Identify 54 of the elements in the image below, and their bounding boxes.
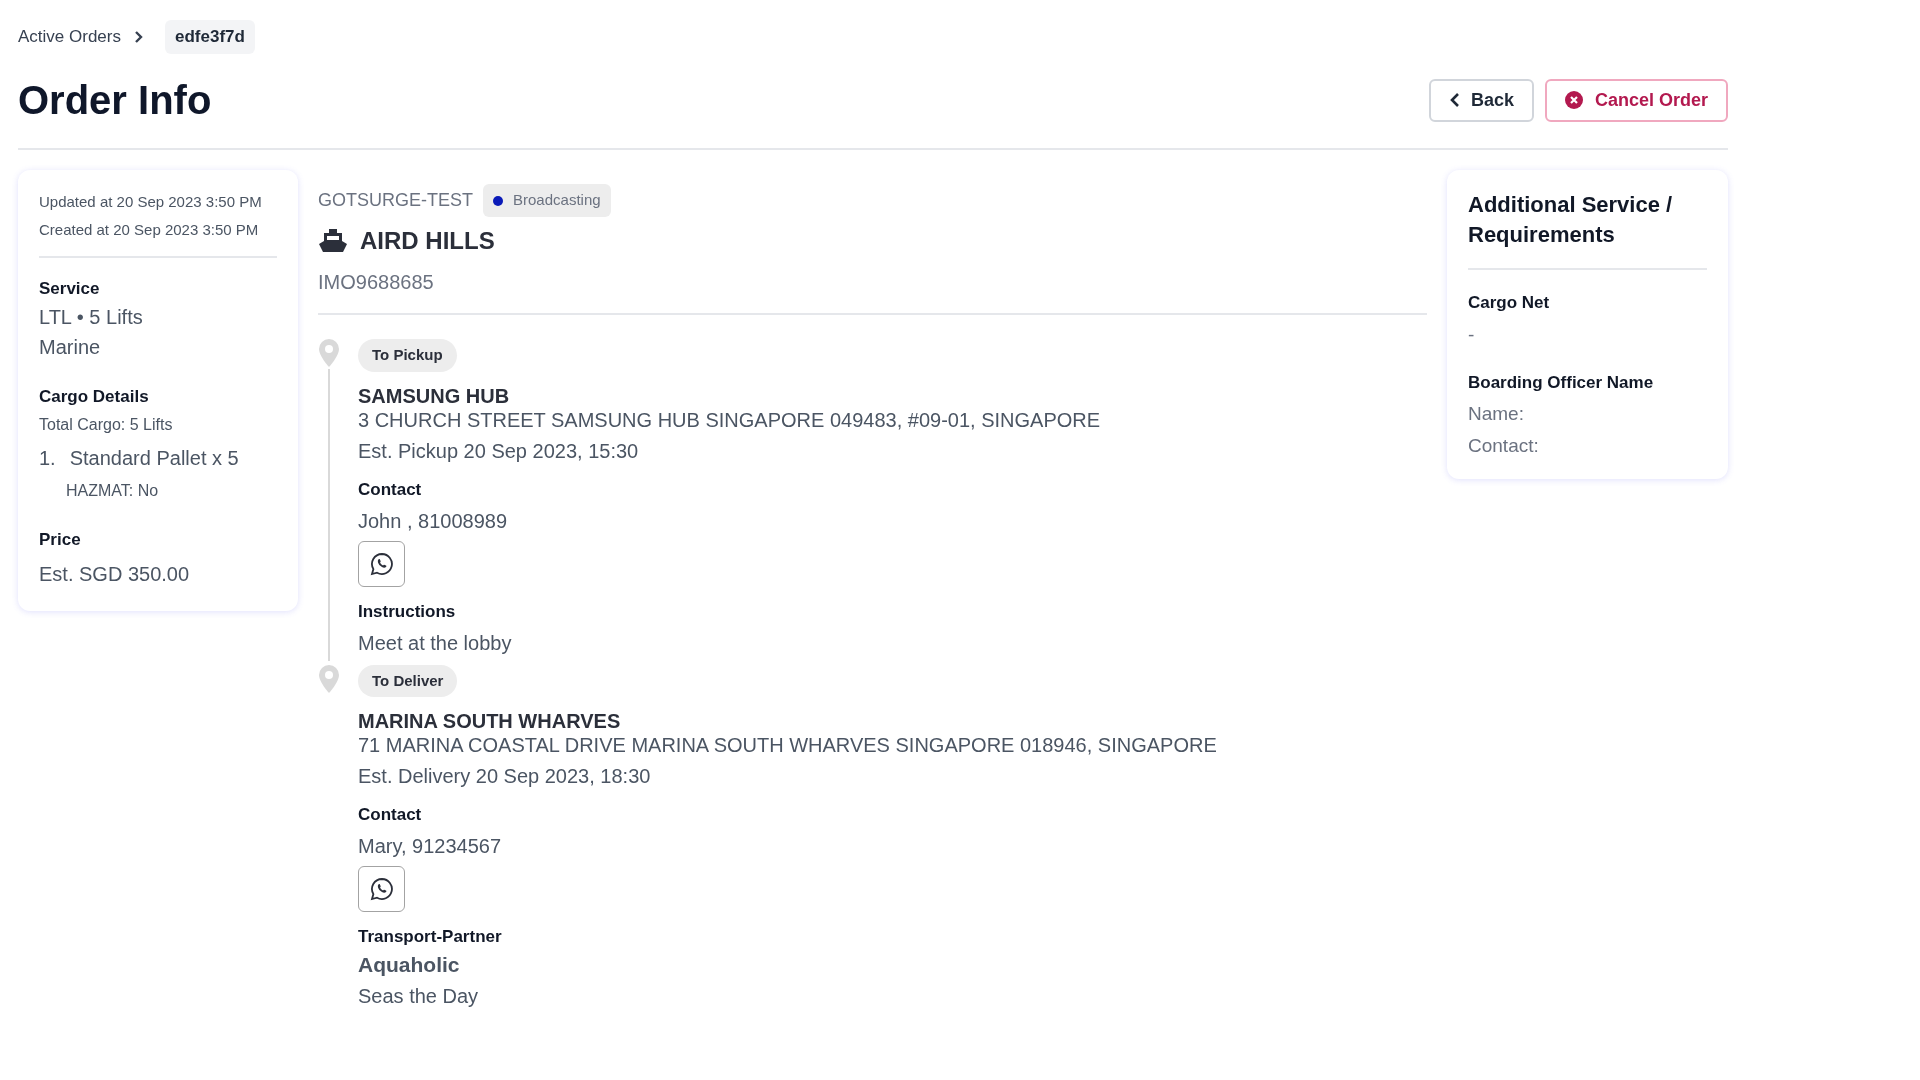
partner-subtitle: Seas the Day xyxy=(358,984,480,1008)
close-circle-icon xyxy=(1564,91,1583,109)
field-text: Contact: xyxy=(1468,434,1540,458)
whatsapp-button[interactable] xyxy=(358,866,405,912)
service-text: Marine xyxy=(39,334,102,360)
address-text: 3 CHURCH STREET SAMSUNG HUB SINGAPORE 049483, #09-01, SINGAPORE xyxy=(358,407,1102,432)
stop-tag: To Deliver xyxy=(358,664,458,697)
whatsapp-icon xyxy=(369,551,394,576)
contact-text: Mary, 91234567 xyxy=(358,834,503,858)
section-label: Service xyxy=(39,278,101,300)
section-label: Contact xyxy=(358,478,423,501)
hazmat-text: HAZMAT: No xyxy=(66,481,160,501)
stop-tag: To Pickup xyxy=(358,339,457,372)
back-button[interactable]: Back xyxy=(1428,78,1534,122)
whatsapp-icon xyxy=(369,877,394,901)
card-title: Additional Service / Requirements xyxy=(1468,191,1674,249)
updated-text: Updated at 20 Sep 2023 3:50 PM xyxy=(39,192,263,212)
vessel-name: AIRD HILLS xyxy=(360,226,495,256)
company-text: GOTSURGE-TEST xyxy=(318,189,473,212)
location-pin-icon xyxy=(318,339,340,367)
section-label: Cargo Net xyxy=(1468,292,1551,314)
cargo-total-text: Total Cargo: 5 Lifts xyxy=(39,415,174,435)
created-text: Created at 20 Sep 2023 3:50 PM xyxy=(39,220,260,240)
list-number: 1. xyxy=(39,446,56,471)
price-text: Est. SGD 350.00 xyxy=(39,561,191,587)
imo-text: IMO9688685 xyxy=(318,270,435,295)
eta-text: Est. Pickup 20 Sep 2023, 15:30 xyxy=(358,438,640,463)
section-label: Price xyxy=(39,529,82,551)
whatsapp-button[interactable] xyxy=(358,540,405,587)
field-text: - xyxy=(1468,322,1476,347)
location-pin-icon xyxy=(318,664,340,693)
page-title: Order Info xyxy=(18,77,212,124)
cargo-item-text: Standard Pallet x 5 xyxy=(69,446,239,471)
address-text: 71 MARINA COASTAL DRIVE MARINA SOUTH WHARVES SINGAPORE 018946, SINGAPORE xyxy=(358,733,1218,757)
instructions-text: Meet at the lobby xyxy=(358,630,513,655)
chevron-left-icon xyxy=(1448,92,1461,108)
breadcrumb-current: edfe3f7d xyxy=(165,20,255,54)
section-label: Instructions xyxy=(358,600,457,623)
place-name: SAMSUNG HUB xyxy=(358,383,511,408)
section-label: Cargo Details xyxy=(39,385,150,408)
cancel-order-button[interactable]: Cancel Order xyxy=(1544,78,1728,122)
section-label: Contact xyxy=(358,804,423,826)
place-name: MARINA SOUTH WHARVES xyxy=(358,709,622,733)
section-label: Transport-Partner xyxy=(358,926,503,948)
eta-text: Est. Delivery 20 Sep 2023, 18:30 xyxy=(358,764,652,788)
ship-icon xyxy=(318,228,348,254)
contact-text: John , 81008989 xyxy=(358,508,509,533)
status-badge: Broadcasting xyxy=(483,184,611,217)
field-text: Name: xyxy=(1468,402,1525,426)
section-label: Boarding Officer Name xyxy=(1468,371,1655,394)
service-text: LTL • 5 Lifts xyxy=(39,304,144,330)
chevron-icon xyxy=(133,30,145,44)
breadcrumb-link[interactable]: Active Orders xyxy=(18,24,121,50)
partner-name: Aquaholic xyxy=(358,952,461,978)
